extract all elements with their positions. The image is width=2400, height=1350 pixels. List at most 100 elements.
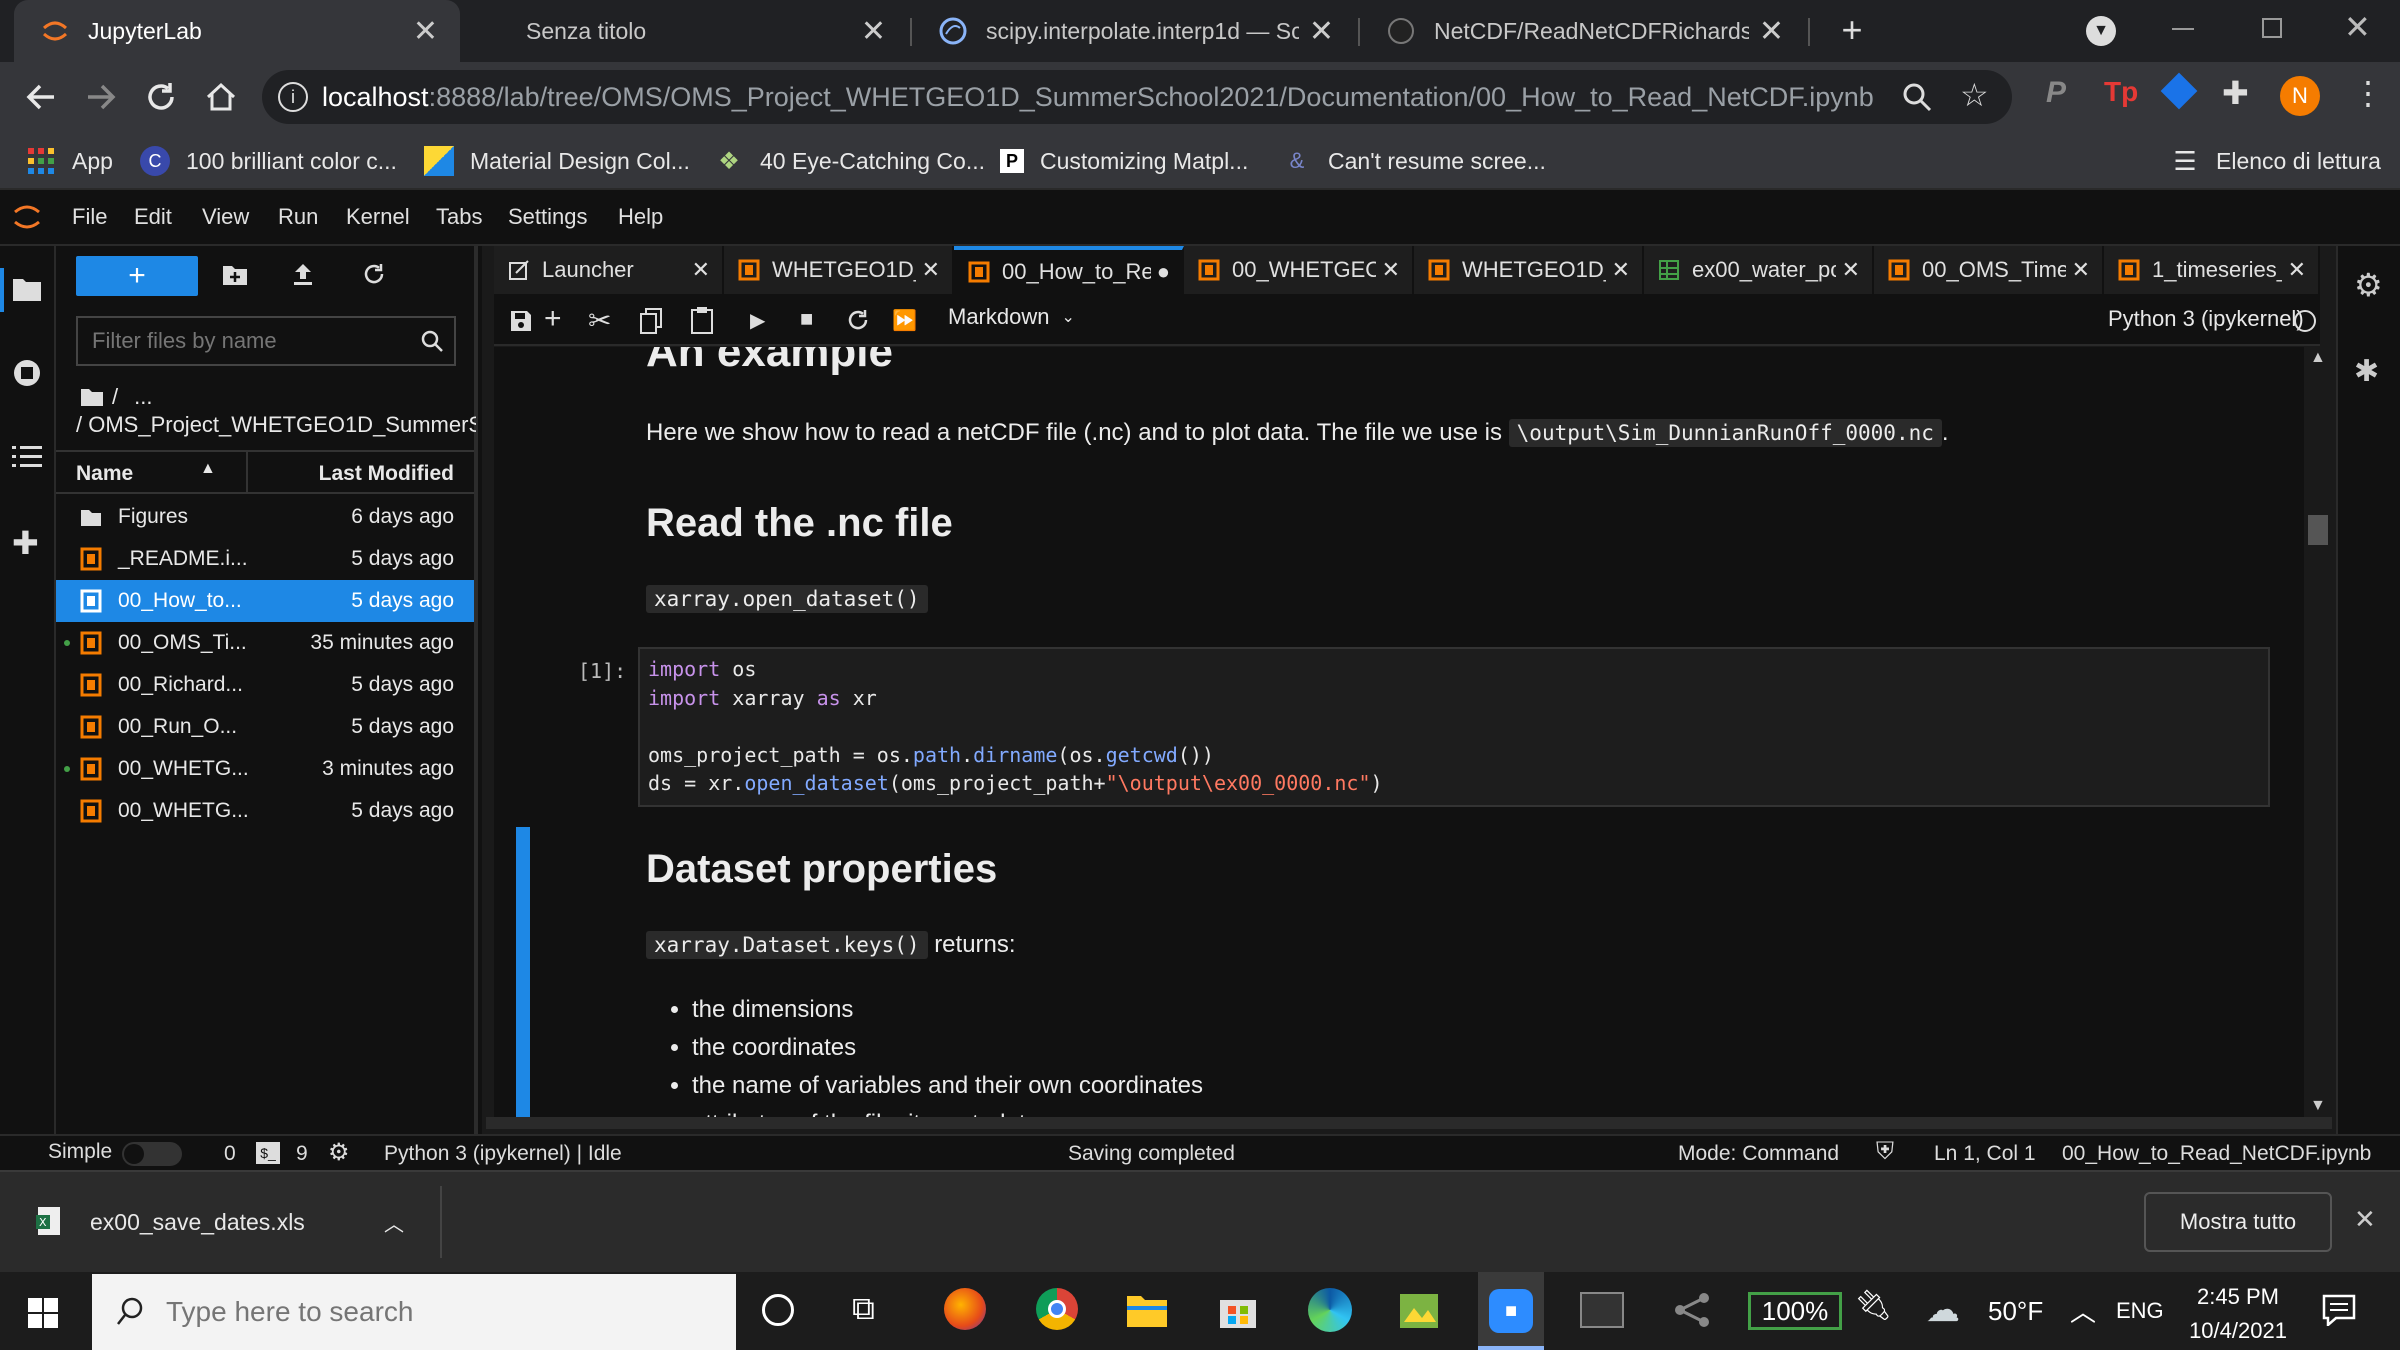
extensions-icon[interactable]: ✚ bbox=[12, 524, 39, 562]
column-name[interactable]: Name bbox=[76, 462, 133, 486]
site-info-icon[interactable]: i bbox=[278, 82, 308, 112]
scroll-up-icon[interactable]: ▲ bbox=[2310, 349, 2326, 367]
file-row[interactable]: 00_WHETG... 3 minutes ago bbox=[56, 748, 474, 790]
forward-icon[interactable] bbox=[84, 82, 118, 112]
browser-menu-icon[interactable]: ⋮ bbox=[2352, 74, 2384, 112]
browser-tab-senza-titolo[interactable]: Senza titolo ✕ bbox=[470, 0, 908, 62]
close-doc-tab-icon[interactable]: ✕ bbox=[2288, 257, 2306, 283]
new-launcher-button[interactable]: + bbox=[76, 256, 198, 296]
folder-icon[interactable] bbox=[12, 276, 42, 302]
close-doc-tab-icon[interactable]: ✕ bbox=[1612, 257, 1630, 283]
close-window-icon[interactable]: ✕ bbox=[2344, 8, 2371, 46]
close-tab-icon[interactable]: ✕ bbox=[1309, 14, 1334, 49]
close-doc-tab-icon[interactable]: ✕ bbox=[922, 257, 940, 283]
tray-chevron-up-icon[interactable]: ︿ bbox=[2070, 1292, 2096, 1329]
new-folder-icon[interactable] bbox=[222, 264, 248, 286]
code-cell-input[interactable]: import os import xarray as xr oms_projec… bbox=[638, 647, 2270, 807]
column-last-modified[interactable]: Last Modified bbox=[319, 462, 454, 486]
weather-cloud-icon[interactable]: ☁ bbox=[1926, 1290, 1960, 1330]
file-row[interactable]: 00_OMS_Ti... 35 minutes ago bbox=[56, 622, 474, 664]
download-item[interactable]: X ex00_save_dates.xls ︿ bbox=[0, 1172, 440, 1272]
edge-icon[interactable] bbox=[1308, 1288, 1352, 1332]
menu-file[interactable]: File bbox=[72, 204, 107, 230]
cut-icon[interactable]: ✂ bbox=[588, 304, 611, 337]
file-row[interactable]: 00_WHETG... 5 days ago bbox=[56, 790, 474, 832]
doc-tab[interactable]: 1_timeseries_T ✕ bbox=[2104, 246, 2320, 294]
browser-tab-github[interactable]: NetCDF/ReadNetCDFRichardsGrid ✕ bbox=[1360, 0, 1806, 62]
close-tab-icon[interactable]: ✕ bbox=[1759, 14, 1784, 49]
profile-avatar[interactable]: N bbox=[2280, 76, 2320, 116]
menu-tabs[interactable]: Tabs bbox=[436, 204, 482, 230]
menu-kernel[interactable]: Kernel bbox=[346, 204, 410, 230]
address-bar[interactable]: i localhost :8888/lab/tree/OMS/OMS_Proje… bbox=[262, 70, 2012, 124]
doc-tab[interactable]: 00_OMS_Times ✕ bbox=[1874, 246, 2104, 294]
minimize-icon[interactable] bbox=[2172, 28, 2194, 30]
cell-type-select[interactable]: Markdown ⌄ bbox=[948, 304, 1075, 330]
breadcrumb-root[interactable]: / bbox=[112, 384, 118, 410]
breadcrumb-more[interactable]: ... bbox=[134, 384, 152, 410]
power-plug-icon[interactable]: 🔌︎ bbox=[1854, 1288, 1892, 1323]
scrollbar-thumb[interactable] bbox=[2308, 515, 2328, 545]
extension-tp-icon[interactable]: Tp bbox=[2104, 76, 2138, 108]
cursor-position[interactable]: Ln 1, Col 1 bbox=[1934, 1142, 2036, 1166]
show-all-downloads-button[interactable]: Mostra tutto bbox=[2144, 1192, 2332, 1252]
notebook-scrollbar[interactable]: ▲ ▼ bbox=[2304, 347, 2332, 1117]
task-view-icon[interactable]: ⧉ bbox=[852, 1290, 875, 1328]
doc-tab[interactable]: WHETGEO1D_F ✕ bbox=[1414, 246, 1644, 294]
file-row[interactable]: _README.i... 5 days ago bbox=[56, 538, 474, 580]
file-explorer-icon[interactable] bbox=[1126, 1294, 1168, 1328]
close-doc-tab-icon[interactable]: ✕ bbox=[2072, 257, 2090, 283]
store-icon[interactable] bbox=[1218, 1290, 1258, 1330]
notifications-icon[interactable] bbox=[2322, 1294, 2356, 1326]
windows-start-icon[interactable] bbox=[28, 1298, 58, 1328]
table-of-contents-icon[interactable] bbox=[12, 444, 42, 470]
weather-temperature[interactable]: 50°F bbox=[1988, 1296, 2043, 1327]
kernel-status[interactable]: Python 3 (ipykernel) | Idle bbox=[384, 1142, 622, 1166]
back-icon[interactable] bbox=[24, 82, 58, 112]
bookmark-eye-catching[interactable]: ❖ 40 Eye-Catching Co... bbox=[714, 142, 985, 180]
close-tab-icon[interactable]: ✕ bbox=[861, 14, 886, 49]
bookmark-matplotlib[interactable]: P Customizing Matpl... bbox=[1000, 142, 1248, 180]
gis-app-icon[interactable] bbox=[1398, 1288, 1442, 1332]
menu-help[interactable]: Help bbox=[618, 204, 663, 230]
close-doc-tab-icon[interactable]: ✕ bbox=[1842, 257, 1860, 283]
scroll-down-icon[interactable]: ▼ bbox=[2310, 1097, 2326, 1115]
property-inspector-icon[interactable]: ⚙ bbox=[2354, 266, 2383, 304]
terminals-count[interactable]: 0 bbox=[224, 1142, 236, 1166]
menu-view[interactable]: View bbox=[202, 204, 249, 230]
input-language[interactable]: ENG bbox=[2116, 1298, 2164, 1324]
close-doc-tab-icon[interactable]: ✕ bbox=[1382, 257, 1400, 283]
restart-kernel-icon[interactable] bbox=[846, 308, 870, 332]
clock[interactable]: 2:45 PM 10/4/2021 bbox=[2186, 1280, 2290, 1348]
trusted-shield-icon[interactable]: ⛨ bbox=[1876, 1138, 1894, 1166]
breadcrumb-path[interactable]: / OMS_Project_WHETGEO1D_SummerSc bbox=[76, 412, 476, 438]
tab-search-icon[interactable]: ▼ bbox=[2086, 16, 2116, 46]
extension-blue-icon[interactable] bbox=[2160, 72, 2198, 110]
mode-status[interactable]: Mode: Command bbox=[1678, 1142, 1839, 1166]
debugger-icon[interactable]: ✱ bbox=[2354, 354, 2379, 389]
taskbar-search[interactable] bbox=[92, 1274, 736, 1350]
menu-edit[interactable]: Edit bbox=[134, 204, 172, 230]
new-tab-icon[interactable]: + bbox=[1830, 8, 1874, 52]
download-menu-chevron-icon[interactable]: ︿ bbox=[384, 1208, 404, 1237]
extension-p-icon[interactable]: P bbox=[2046, 76, 2066, 110]
extensions-puzzle-icon[interactable]: ✚ bbox=[2222, 74, 2249, 112]
reading-list[interactable]: ☰ Elenco di lettura bbox=[2170, 142, 2381, 180]
doc-tab-launcher[interactable]: Launcher ✕ bbox=[494, 246, 724, 294]
save-icon[interactable] bbox=[510, 310, 532, 332]
file-row[interactable]: 00_Run_O... 5 days ago bbox=[56, 706, 474, 748]
running-kernels-icon[interactable] bbox=[12, 358, 42, 388]
upload-icon[interactable] bbox=[292, 262, 314, 286]
refresh-icon[interactable] bbox=[362, 262, 386, 286]
file-filter-box[interactable] bbox=[76, 316, 456, 366]
doc-tab[interactable]: 00_WHETGEO1 ✕ bbox=[1184, 246, 1414, 294]
home-icon[interactable] bbox=[204, 80, 238, 114]
share-network-icon[interactable] bbox=[1672, 1290, 1712, 1330]
bookmark-resume[interactable]: & Can't resume scree... bbox=[1282, 142, 1546, 180]
bookmark-star-icon[interactable]: ☆ bbox=[1960, 76, 1989, 114]
bookmark-apps[interactable]: App bbox=[26, 142, 113, 180]
taskbar-search-input[interactable] bbox=[166, 1296, 706, 1328]
menu-settings[interactable]: Settings bbox=[508, 204, 588, 230]
copy-icon[interactable] bbox=[640, 308, 662, 334]
bookmark-material[interactable]: Material Design Col... bbox=[424, 142, 690, 180]
